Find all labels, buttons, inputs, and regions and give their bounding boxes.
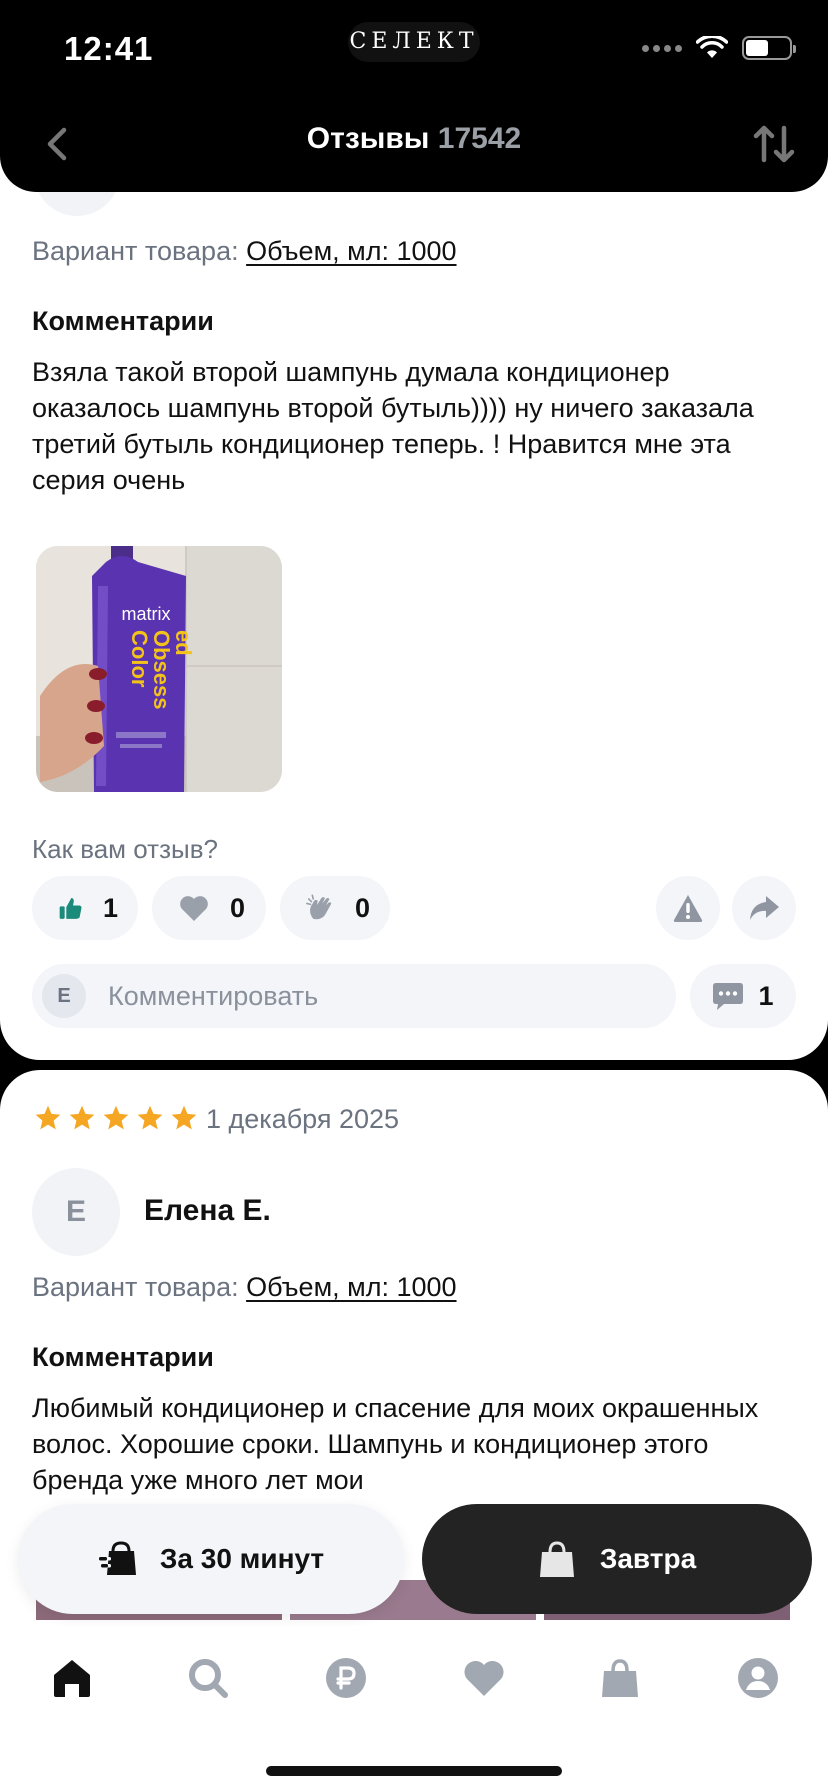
comments-title: Комментарии — [32, 306, 214, 336]
clap-reaction-button[interactable]: 0 — [280, 876, 390, 940]
variant-label: Вариант товара: — [32, 236, 239, 266]
star-icon — [69, 1105, 95, 1130]
wifi-icon — [696, 36, 728, 58]
home-indicator — [266, 1766, 562, 1776]
status-time: 12:41 — [64, 30, 154, 67]
dynamic-island-brand: СЕЛЕКТ — [348, 22, 480, 62]
bottom-nav — [0, 1626, 828, 1792]
comment-placeholder: Комментировать — [108, 980, 319, 1011]
tomorrow-delivery-button[interactable]: Завтра — [422, 1504, 812, 1614]
share-button[interactable] — [732, 876, 796, 940]
photo-shampoo-bottle: matrix Color Obsess ed — [36, 546, 282, 792]
heart-reaction-button[interactable]: 0 — [152, 876, 266, 940]
photo-product-line2: Obsess — [149, 630, 174, 710]
page-title: Отзывы 17542 — [0, 122, 828, 156]
report-button[interactable] — [656, 876, 720, 940]
feedback-question: Как вам отзыв? — [32, 834, 218, 864]
fast-delivery-label: За 30 минут — [159, 1543, 325, 1574]
nav-profile[interactable] — [730, 1650, 786, 1706]
heart-icon — [464, 1660, 504, 1696]
sort-arrows-icon[interactable] — [750, 120, 798, 168]
review-text: Любимый кондиционер и спасение для моих … — [32, 1393, 759, 1495]
tomorrow-delivery-label: Завтра — [599, 1543, 697, 1574]
reviews-count: 17542 — [437, 122, 522, 155]
variant-link[interactable]: Объем, мл: 1000 — [246, 236, 456, 266]
author-name: Елена Е. — [144, 1194, 271, 1227]
star-icon — [137, 1105, 163, 1130]
review-text: Взяла такой второй шампунь думала кондиц… — [32, 357, 754, 495]
nav-search[interactable] — [180, 1650, 236, 1706]
like-button[interactable]: 1 — [32, 876, 138, 940]
fast-delivery-button[interactable]: За 30 минут — [18, 1504, 404, 1614]
nav-favorites[interactable] — [456, 1650, 512, 1706]
search-icon — [189, 1659, 228, 1698]
comments-count: 1 — [758, 980, 774, 1011]
chat-bubble-icon — [713, 983, 744, 1010]
product-variant: Вариант товара: Объем, мл: 1000 — [32, 236, 457, 267]
thumbs-up-icon — [59, 898, 82, 919]
warning-icon — [673, 895, 703, 922]
star-icon — [171, 1105, 197, 1130]
star-icon — [35, 1105, 61, 1130]
comments-title: Комментарии — [32, 1342, 214, 1372]
photo-brand-text: matrix — [122, 604, 171, 624]
star-icon — [103, 1105, 129, 1130]
review-photo[interactable]: matrix Color Obsess ed — [36, 546, 282, 792]
clap-count: 0 — [354, 892, 370, 923]
nav-cart[interactable] — [592, 1650, 648, 1706]
battery-icon — [742, 36, 796, 60]
avatar: Е — [42, 974, 86, 1018]
profile-icon — [738, 1658, 778, 1698]
signal-icon — [642, 44, 682, 52]
clap-icon — [306, 894, 332, 920]
fast-bag-icon — [98, 1541, 136, 1575]
home-icon — [54, 1660, 90, 1697]
header: Отзывы 17542 — [0, 100, 828, 192]
status-bar: 12:41 СЕЛЕКТ — [0, 0, 828, 100]
heart-icon — [180, 896, 208, 921]
comment-input[interactable]: Е Комментировать — [32, 964, 676, 1028]
page-title-text: Отзывы — [306, 122, 430, 155]
share-icon — [750, 896, 779, 920]
nav-home[interactable] — [44, 1650, 100, 1706]
variant-label: Вариант товара: — [32, 1272, 239, 1302]
rating-stars — [34, 1104, 198, 1132]
comments-button[interactable]: 1 — [690, 964, 796, 1028]
review-date: 1 декабря 2025 — [206, 1104, 400, 1134]
product-variant: Вариант товара: Объем, мл: 1000 — [32, 1272, 457, 1303]
bag-icon — [602, 1659, 638, 1697]
nav-bonus[interactable] — [318, 1650, 374, 1706]
status-indicators — [642, 36, 796, 60]
heart-count: 0 — [230, 892, 246, 923]
avatar: Е — [32, 1168, 120, 1256]
variant-link[interactable]: Объем, мл: 1000 — [246, 1272, 456, 1302]
bag-icon — [539, 1541, 574, 1577]
like-count: 1 — [102, 892, 118, 923]
ruble-icon — [326, 1658, 366, 1698]
photo-product-line1: Color — [127, 630, 152, 688]
photo-product-line3: ed — [171, 630, 196, 656]
